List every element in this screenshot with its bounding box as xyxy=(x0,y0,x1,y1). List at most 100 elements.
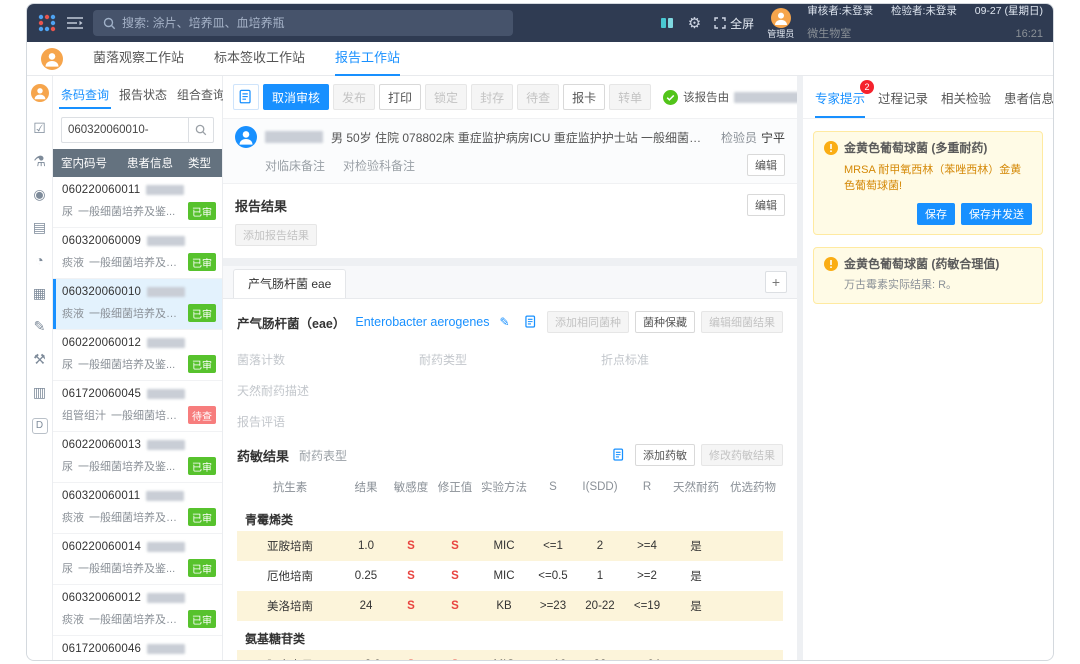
edit-icon[interactable]: ✎ xyxy=(34,319,46,333)
cancel-audit-button[interactable]: 取消审核 xyxy=(263,84,329,110)
report-template-button[interactable] xyxy=(233,84,259,110)
resistance-phenotype-link[interactable]: 耐药表型 xyxy=(299,447,347,464)
settings-gear-icon[interactable]: ⚙ xyxy=(688,16,701,31)
app-window: ⚙ 全屏 管理员 审核者:未登录 检验者:未登录 09-27 (星期日) 微生物… xyxy=(26,3,1054,661)
tab-related-tests[interactable]: 相关检验 xyxy=(941,88,991,118)
dictionary-icon[interactable]: D xyxy=(32,418,48,434)
antibiotic-row[interactable]: 阿米卡星 <=2.0 S S MIC <=16 32 >=64 xyxy=(237,650,783,660)
organism-tab[interactable]: 产气肠杆菌 eae xyxy=(233,269,346,298)
antibiotic-row[interactable]: 美洛培南 24 S S KB >=23 20-22 <=19 是 xyxy=(237,591,783,621)
drug-sensitivity: S xyxy=(389,540,433,552)
fullscreen-button[interactable]: 全屏 xyxy=(714,15,754,32)
current-user[interactable]: 管理员 xyxy=(767,8,794,39)
status-badge: 已审 xyxy=(188,457,216,475)
tab-colony-workstation[interactable]: 菌落观察工作站 xyxy=(93,42,184,76)
lab-note-link[interactable]: 对检验科备注 xyxy=(343,157,415,174)
sensitivity-actions: 添加药敏 修改药敏结果 xyxy=(609,442,783,468)
report-card-button[interactable]: 报卡 xyxy=(563,84,605,110)
antibiotic-row[interactable]: 厄他培南 0.25 S S MIC <=0.5 1 >=2 是 xyxy=(237,561,783,591)
edit-organism-icon[interactable]: ✎ xyxy=(499,315,509,329)
flask-icon[interactable]: ⚗ xyxy=(33,154,46,168)
rail-avatar-icon[interactable] xyxy=(31,84,49,102)
profile-avatar[interactable] xyxy=(41,48,63,70)
clinical-note-link[interactable]: 对临床备注 xyxy=(265,157,325,174)
specimen-row[interactable]: 060320060012 痰液一般细菌培养及鉴...已审 xyxy=(53,585,222,636)
copy-organism-icon[interactable] xyxy=(521,309,541,335)
modify-sensitivity-button[interactable]: 修改药敏结果 xyxy=(701,444,783,466)
reader-mode-icon[interactable] xyxy=(659,15,675,31)
search-icon xyxy=(103,17,116,30)
drug-name: 阿米卡星 xyxy=(237,657,343,660)
barcode-search-input[interactable] xyxy=(61,117,188,143)
petri-dish-icon[interactable]: ◉ xyxy=(33,187,45,201)
tab-signin-workstation[interactable]: 标本签收工作站 xyxy=(214,42,305,76)
global-search[interactable] xyxy=(93,10,513,36)
tab-expert-tips[interactable]: 专家提示2 xyxy=(815,88,865,118)
specimen-row[interactable]: 060320060011 痰液一般细菌培养及鉴...已审 xyxy=(53,483,222,534)
tab-report-workstation[interactable]: 报告工作站 xyxy=(335,42,400,76)
row-barcode: 060220060013 xyxy=(62,439,141,451)
col-result: 结果 xyxy=(343,479,389,495)
col-method: 实验方法 xyxy=(477,479,531,495)
edit-organism-result-button[interactable]: 编辑细菌结果 xyxy=(701,311,783,333)
pending-button[interactable]: 待查 xyxy=(517,84,559,110)
specimen-row[interactable]: 061720060046 xyxy=(53,636,222,660)
edit-patient-button[interactable]: 编辑 xyxy=(747,154,785,176)
save-and-send-button[interactable]: 保存并发送 xyxy=(961,203,1032,225)
lock-button[interactable]: 锁定 xyxy=(425,84,467,110)
stats-grid-icon[interactable]: ▦ xyxy=(33,286,46,300)
specimen-list: 060220060011 尿一般细菌培养及鉴...已审 060320060009… xyxy=(53,177,222,660)
clock-icon[interactable]: ◔ xyxy=(35,253,43,267)
edit-report-button[interactable]: 编辑 xyxy=(747,194,785,216)
tab-barcode-query[interactable]: 条码查询 xyxy=(59,82,111,109)
tab-combined-query[interactable]: 组合查询 xyxy=(175,82,227,109)
transfer-button[interactable]: 转单 xyxy=(609,84,651,110)
redacted-auditor-name xyxy=(734,92,797,103)
status-badge: 已审 xyxy=(188,559,216,577)
drug-s: <=0.5 xyxy=(531,570,575,582)
clipboard-check-icon[interactable]: ☑ xyxy=(33,121,46,135)
drug-method: KB xyxy=(477,600,531,612)
global-search-input[interactable] xyxy=(122,16,503,30)
list-header: 室内码号 患者信息 类型 xyxy=(53,149,222,177)
specimen-row[interactable]: 060220060012 尿一般细菌培养及鉴...已审 xyxy=(53,330,222,381)
data-table-icon[interactable]: ▥ xyxy=(33,385,46,399)
sensitivity-table-header: 抗生素 结果 敏感度 修正值 实验方法 S I(SDD) R 天然耐药 优选药物 xyxy=(237,472,783,502)
specimen-row[interactable]: 060320060009 痰液一般细菌培养及鉴...已审 xyxy=(53,228,222,279)
reviewer-status: 审核者:未登录 xyxy=(807,3,873,20)
organism-actions: 添加相同菌种 菌种保藏 编辑细菌结果 xyxy=(521,309,783,335)
add-sensitivity-button[interactable]: 添加药敏 xyxy=(635,444,695,466)
publish-button[interactable]: 发布 xyxy=(333,84,375,110)
add-organism-tab-button[interactable]: + xyxy=(765,271,787,293)
antibiotic-row[interactable]: 亚胺培南 1.0 S S MIC <=1 2 >=4 是 xyxy=(237,531,783,561)
col-r: R xyxy=(625,481,669,493)
tube-rack-icon[interactable]: ▤ xyxy=(33,220,46,234)
tools-icon[interactable]: ⚒ xyxy=(33,352,46,366)
specimen-row[interactable]: 060220060011 尿一般细菌培养及鉴...已审 xyxy=(53,177,222,228)
organism-tabs: 产气肠杆菌 eae + xyxy=(223,266,797,299)
add-report-result-button[interactable]: 添加报告结果 xyxy=(235,224,317,246)
save-button[interactable]: 保存 xyxy=(917,203,955,225)
copy-sensitivity-icon[interactable] xyxy=(609,442,629,468)
tab-report-status[interactable]: 报告状态 xyxy=(117,82,169,109)
col-patient: 患者信息 xyxy=(127,155,184,171)
row-assay: 一般细菌培养及鉴... xyxy=(111,407,183,423)
tab-process-log[interactable]: 过程记录 xyxy=(878,88,928,118)
barcode-search-button[interactable] xyxy=(188,117,214,143)
specimen-row[interactable]: 060220060014 尿一般细菌培养及鉴...已审 xyxy=(53,534,222,585)
warning-icon xyxy=(824,257,838,271)
specimen-row[interactable]: 061720060045 组管组汁一般细菌培养及鉴...待查 xyxy=(53,381,222,432)
row-barcode: 060220060014 xyxy=(62,541,141,553)
print-button[interactable]: 打印 xyxy=(379,84,421,110)
report-comment-field: 报告评语 xyxy=(237,413,783,430)
specimen-row-selected[interactable]: 060320060010 痰液一般细菌培养及鉴...已审 xyxy=(53,279,222,330)
add-same-organism-button[interactable]: 添加相同菌种 xyxy=(547,311,629,333)
specimen-row[interactable]: 060220060013 尿一般细菌培养及鉴...已审 xyxy=(53,432,222,483)
preserve-strain-button[interactable]: 菌种保藏 xyxy=(635,311,695,333)
collapse-menu-icon[interactable] xyxy=(67,16,83,30)
status-badge: 已审 xyxy=(188,304,216,322)
user-role-label: 管理员 xyxy=(767,30,794,39)
seal-button[interactable]: 封存 xyxy=(471,84,513,110)
drug-result: 24 xyxy=(343,600,389,612)
tab-patient-info[interactable]: 患者信息 xyxy=(1004,88,1054,118)
